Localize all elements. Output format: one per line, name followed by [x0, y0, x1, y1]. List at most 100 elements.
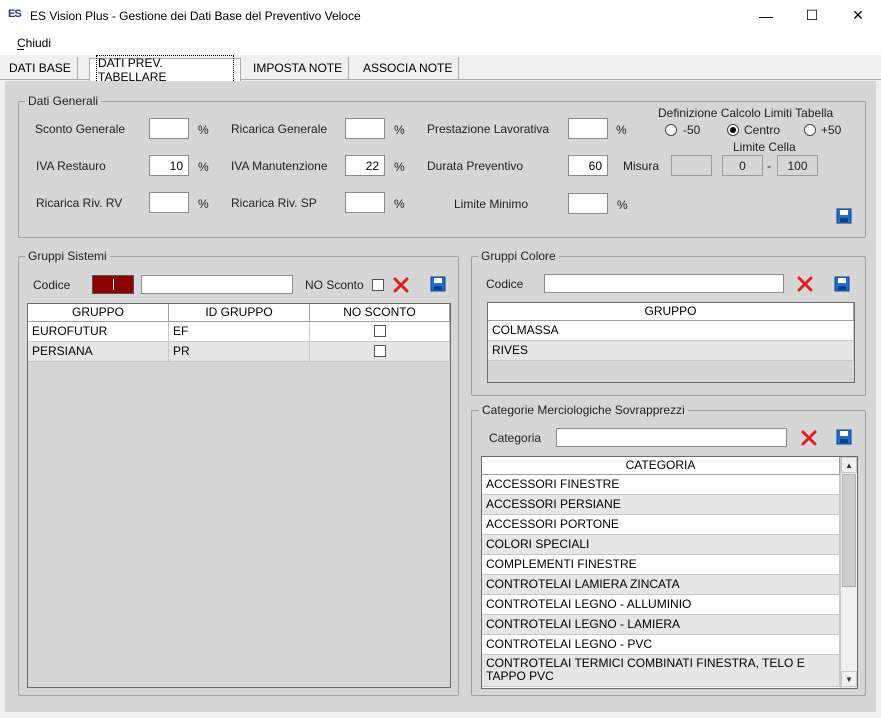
minimize-icon: — — [759, 7, 773, 24]
menu-mnemonic-underline — [17, 49, 24, 50]
iva-restauro-label: IVA Restauro — [36, 159, 106, 173]
cat-delete-icon[interactable] — [800, 429, 818, 447]
table-row[interactable]: CONTROTELAI LEGNO - ALLUMINIO — [482, 595, 840, 615]
grid-header: GRUPPO — [488, 303, 854, 321]
sconto-generale-input[interactable] — [149, 118, 189, 139]
save-dati-generali-icon[interactable] — [836, 208, 852, 224]
cell-categoria: CONTROTELAI LAMIERA ZINCATA — [482, 575, 840, 594]
limite-cella-label: Limite Cella — [733, 140, 796, 154]
row-no-sconto-checkbox[interactable] — [374, 345, 386, 357]
gs-descrizione-input[interactable] — [141, 275, 293, 294]
iva-manutenzione-input[interactable]: 22 — [345, 155, 385, 176]
col-gruppo[interactable]: GRUPPO — [28, 304, 169, 321]
radio-centro-label: Centro — [744, 123, 781, 137]
table-row[interactable]: EUROFUTUR EF — [28, 322, 450, 342]
tab-associa-note[interactable]: ASSOCIA NOTE — [357, 57, 460, 79]
maximize-button[interactable]: ☐ — [789, 0, 835, 31]
radio-plus-50[interactable] — [804, 124, 816, 136]
prestazione-lavorativa-label: Prestazione Lavorativa — [427, 122, 550, 136]
table-row[interactable]: COLMASSA — [488, 321, 854, 341]
ricarica-riv-rv-unit: % — [198, 197, 209, 211]
cell-categoria: CONTROTELAI TERMICI COMBINATI FINESTRA, … — [482, 655, 840, 686]
iva-manutenzione-label: IVA Manutenzione — [231, 159, 328, 173]
menu-chiudi[interactable]: Chiudi — [17, 36, 51, 50]
cell-gruppo: RIVES — [488, 341, 854, 360]
prestazione-lavorativa-input[interactable] — [568, 118, 608, 139]
cell-no-sconto — [310, 342, 450, 361]
gs-delete-icon[interactable] — [392, 276, 410, 294]
dati-generali-title: Dati Generali — [25, 94, 102, 108]
radio-centro[interactable] — [727, 124, 739, 136]
col-categoria[interactable]: CATEGORIA — [482, 457, 840, 474]
cell-gruppo: EUROFUTUR — [28, 322, 169, 341]
table-row[interactable]: PERSIANA PR — [28, 342, 450, 362]
gc-codice-input[interactable] — [544, 274, 784, 293]
table-row[interactable]: COMPLEMENTI FINESTRE — [482, 555, 840, 575]
radio-minus-50[interactable] — [665, 124, 677, 136]
window-title: ES Vision Plus - Gestione dei Dati Base … — [30, 9, 361, 23]
table-row[interactable]: CONTROTELAI LEGNO - LAMIERA — [482, 615, 840, 635]
ricarica-riv-rv-label: Ricarica Riv. RV — [36, 196, 123, 210]
scroll-thumb[interactable] — [842, 474, 856, 587]
limite-cella-min-input[interactable]: 0 — [722, 155, 763, 176]
limite-cella-separator: - — [767, 159, 771, 173]
table-row[interactable]: RIVES — [488, 341, 854, 361]
close-button[interactable]: ✕ — [835, 0, 881, 31]
row-no-sconto-checkbox[interactable] — [374, 325, 386, 337]
gs-no-sconto-checkbox[interactable] — [372, 279, 384, 291]
limite-minimo-input[interactable] — [568, 193, 608, 214]
cell-categoria: CONTROTELAI LEGNO - LAMIERA — [482, 615, 840, 634]
ricarica-riv-sp-input[interactable] — [345, 192, 385, 213]
minimize-button[interactable]: — — [743, 0, 789, 31]
table-row[interactable]: ACCESSORI PERSIANE — [482, 495, 840, 515]
cell-categoria: COLORI SPECIALI — [482, 535, 840, 554]
cell-categoria: ACCESSORI FINESTRE — [482, 475, 840, 494]
col-no-sconto[interactable]: NO SCONTO — [310, 304, 450, 321]
durata-preventivo-label: Durata Preventivo — [427, 159, 524, 173]
iva-restauro-input[interactable]: 10 — [149, 155, 189, 176]
radio-plus-50-label: +50 — [821, 123, 842, 137]
gs-color-swatch[interactable] — [92, 275, 134, 294]
categorie-title: Categorie Merciologiche Sovrapprezzi — [479, 403, 688, 417]
categorie-grid: CATEGORIA ACCESSORI FINESTRE ACCESSORI P… — [481, 456, 858, 689]
menu-bar — [0, 31, 881, 55]
ricarica-generale-label: Ricarica Generale — [231, 122, 328, 136]
table-row[interactable]: ACCESSORI FINESTRE — [482, 475, 840, 495]
close-icon: ✕ — [852, 7, 864, 23]
maximize-icon: ☐ — [805, 7, 819, 23]
tab-dati-prev-tabellare[interactable]: DATI PREV. TABELLARE — [89, 55, 241, 85]
table-row[interactable]: ACCESSORI PORTONE — [482, 515, 840, 535]
col-gruppo[interactable]: GRUPPO — [488, 303, 854, 320]
misura-label: Misura — [623, 159, 660, 173]
categoria-input[interactable] — [556, 428, 787, 447]
gruppi-colore-grid: GRUPPO COLMASSA RIVES — [487, 302, 855, 383]
gs-save-icon[interactable] — [430, 276, 446, 292]
cell-categoria: CONTROTELAI LEGNO - ALLUMINIO — [482, 595, 840, 614]
col-id-gruppo[interactable]: ID GRUPPO — [169, 304, 310, 321]
definizione-calcolo-title: Definizione Calcolo Limiti Tabella — [658, 106, 834, 120]
tab-imposta-note[interactable]: IMPOSTA NOTE — [247, 57, 350, 79]
gc-codice-label: Codice — [486, 277, 524, 291]
ricarica-riv-rv-input[interactable] — [149, 192, 189, 213]
table-row[interactable]: CONTROTELAI LEGNO - PVC — [482, 635, 840, 655]
sconto-generale-unit: % — [198, 123, 209, 137]
categorie-scrollbar[interactable]: ▲ ▼ — [840, 457, 857, 688]
limite-cella-max-input[interactable]: 100 — [777, 155, 818, 176]
tab-dati-base[interactable]: DATI BASE — [3, 57, 78, 79]
durata-preventivo-input[interactable]: 60 — [568, 155, 608, 176]
table-row[interactable]: CONTROTELAI LAMIERA ZINCATA — [482, 575, 840, 595]
gs-no-sconto-label: NO Sconto — [305, 278, 364, 292]
cell-id-gruppo: PR — [169, 342, 310, 361]
table-row[interactable]: CONTROTELAI TERMICI COMBINATI FINESTRA, … — [482, 655, 840, 687]
table-row[interactable]: COLORI SPECIALI — [482, 535, 840, 555]
gc-save-icon[interactable] — [834, 276, 850, 292]
cat-save-icon[interactable] — [836, 429, 852, 445]
ricarica-generale-input[interactable] — [345, 118, 385, 139]
cell-gruppo: COLMASSA — [488, 321, 854, 340]
categoria-label: Categoria — [489, 431, 542, 445]
misura-input[interactable] — [671, 155, 712, 176]
gc-delete-icon[interactable] — [796, 275, 814, 293]
cell-categoria: CONTROTELAI LEGNO - PVC — [482, 635, 840, 654]
scroll-down-button[interactable]: ▼ — [841, 671, 857, 687]
scroll-up-button[interactable]: ▲ — [841, 457, 857, 473]
